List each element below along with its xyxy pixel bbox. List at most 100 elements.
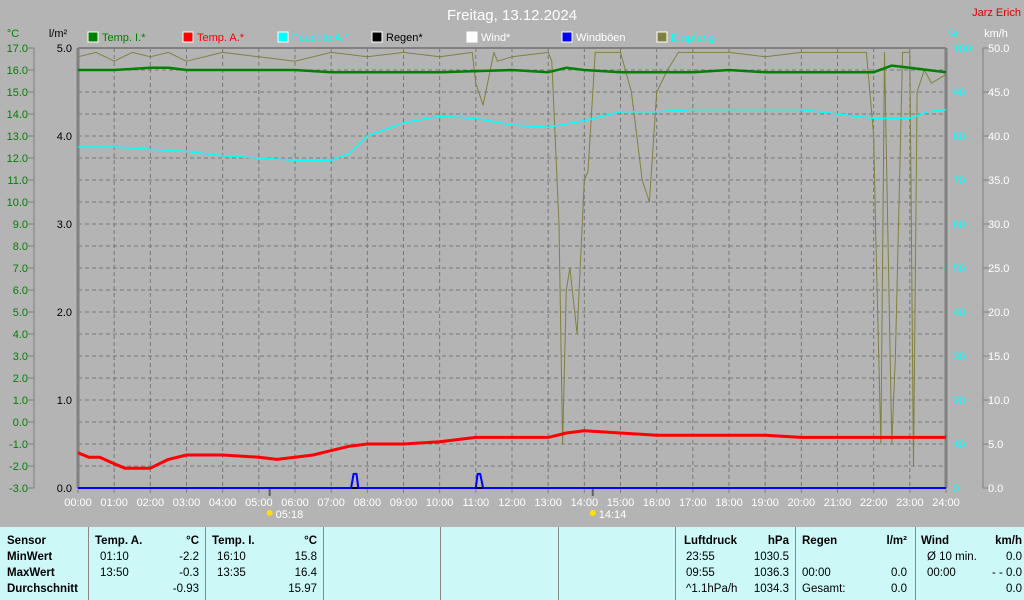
temp-axis-tick-label: 12.0 [7, 153, 28, 165]
x-tick-label: 18:00 [715, 497, 743, 509]
legend-swatch [87, 31, 99, 43]
x-tick-label: 05:00 [245, 497, 273, 509]
wind-axis-tick-label: 35.0 [988, 175, 1009, 187]
wind-axis-tick-label: 45.0 [988, 87, 1009, 99]
sensor-row-label: MinWert [7, 551, 53, 563]
humidity-axis-tick-label: 50 [953, 263, 965, 275]
legend-label: Feuchte A.* [292, 32, 350, 44]
sunset-icon [589, 510, 596, 516]
x-tick-label: 13:00 [534, 497, 562, 509]
table-divider [88, 527, 89, 600]
temp-a-value: -0.3 [179, 567, 199, 579]
temp-i-value: 15.8 [294, 551, 317, 563]
table-divider [795, 527, 796, 600]
table-divider [440, 527, 441, 600]
rain-axis-tick-label: 0.0 [57, 483, 72, 495]
table-divider [558, 527, 559, 600]
temp-axis-tick-label: 17.0 [7, 43, 28, 55]
rain-axis-tick-label: 4.0 [57, 131, 72, 143]
temp-axis-tick-label: 4.0 [13, 329, 28, 341]
temp-axis-tick-label: 9.0 [13, 219, 28, 231]
temp-a-unit: °C [186, 535, 199, 547]
legend-swatch [371, 31, 383, 43]
wind-axis-tick-label: 40.0 [988, 131, 1009, 143]
temp-axis-tick-label: 13.0 [7, 131, 28, 143]
humidity-axis-tick-label: 20 [953, 395, 965, 407]
sunrise-time: 05:18 [276, 509, 304, 521]
temp-axis-tick-label: 7.0 [13, 263, 28, 275]
x-tick-label: 03:00 [173, 497, 201, 509]
temp-axis-tick-label: 3.0 [13, 351, 28, 363]
chart-title: Freitag, 13.12.2024 [447, 7, 577, 24]
sensor-row-label: MaxWert [7, 567, 55, 579]
temp-axis-tick-label: 1.0 [13, 395, 28, 407]
temp-axis-tick-label: 11.0 [7, 175, 28, 187]
legend-label: Regen* [386, 32, 423, 44]
rain-axis-unit: l/m² [49, 28, 68, 40]
temp-axis-tick-label: 5.0 [13, 307, 28, 319]
temp-axis-tick-label: 2.0 [13, 373, 28, 385]
weather-chart: Freitag, 13.12.2024 Jarz Erich °C 17.0 16.0 1… [7, 7, 1021, 521]
wind-axis-tick-label: 0.0 [988, 483, 1003, 495]
rain-axis-tick-label: 3.0 [57, 219, 72, 231]
x-tick-label: 08:00 [354, 497, 382, 509]
x-tick-label: 22:00 [860, 497, 888, 509]
sensor-row-label: Durchschnitt [7, 583, 78, 595]
humidity-axis-tick-label: 70 [953, 175, 965, 187]
temp-i-unit: °C [304, 535, 317, 547]
x-tick-label: 20:00 [788, 497, 816, 509]
legend-label: Empfang [671, 32, 715, 44]
table-divider [915, 527, 916, 600]
x-tick-label: 11:00 [462, 497, 489, 509]
humidity-axis-tick-label: 100 [953, 43, 971, 55]
x-tick-label: 00:00 [64, 497, 92, 509]
wind-value: - - 0.0 [991, 567, 1022, 579]
x-tick-label: 07:00 [317, 497, 345, 509]
x-tick-label: 14:00 [571, 497, 599, 509]
wind-value: 0.0 [1006, 583, 1022, 595]
x-tick-label: 12:00 [498, 497, 526, 509]
humidity-axis-tick-label: 60 [953, 219, 965, 231]
x-tick-label: 10:00 [426, 497, 454, 509]
temp-axis-tick-label: 0.0 [13, 417, 28, 429]
wind-axis-tick-label: 15.0 [988, 351, 1009, 363]
temp-i-value: 16.4 [294, 567, 317, 579]
wind-value: 0.0 [1006, 551, 1022, 563]
wind-axis-tick-label: 10.0 [988, 395, 1009, 407]
humidity-axis-tick-label: 90 [953, 87, 965, 99]
temp-axis-tick-label: -1.0 [9, 439, 28, 451]
rain-axis-tick-label: 1.0 [57, 395, 72, 407]
x-tick-label: 21:00 [824, 497, 852, 509]
legend-swatch [561, 31, 573, 43]
luftdruck-value: 1034.3 [753, 583, 789, 595]
temp-axis-tick-label: -3.0 [9, 483, 28, 495]
legend-swatch [277, 31, 289, 43]
temp-axis-tick-label: 16.0 [7, 65, 28, 77]
temp-axis-tick-label: 6.0 [13, 285, 28, 297]
luftdruck-value: 1030.5 [753, 551, 789, 563]
luftdruck-unit: hPa [767, 535, 789, 547]
temp-axis-tick-label: 8.0 [13, 241, 28, 253]
x-tick-label: 15:00 [607, 497, 635, 509]
luftdruck-value: 1036.3 [753, 567, 789, 579]
humidity-axis-unit: % [948, 28, 958, 40]
x-tick-label: 19:00 [751, 497, 779, 509]
table-divider [675, 527, 676, 600]
wind-axis-tick-label: 25.0 [988, 263, 1009, 275]
x-tick-label: 06:00 [281, 497, 309, 509]
wind-axis-unit: km/h [984, 28, 1008, 40]
legend-label: Windböen [576, 32, 626, 44]
x-tick-label: 24:00 [932, 497, 960, 509]
legend-label: Temp. A.* [197, 32, 245, 44]
wind-axis-tick-label: 5.0 [988, 439, 1003, 451]
legend-swatch [656, 31, 668, 43]
regen-value: 0.0 [891, 567, 907, 579]
sensor-header: Sensor [7, 535, 46, 547]
temp-a-value: -0.93 [172, 583, 199, 595]
legend-swatch [182, 31, 194, 43]
rain-axis-tick-label: 5.0 [57, 43, 72, 55]
temp-axis-tick-label: 14.0 [7, 109, 28, 121]
x-tick-label: 01:00 [100, 497, 128, 509]
humidity-axis-tick-label: 40 [953, 307, 965, 319]
table-divider [323, 527, 324, 600]
